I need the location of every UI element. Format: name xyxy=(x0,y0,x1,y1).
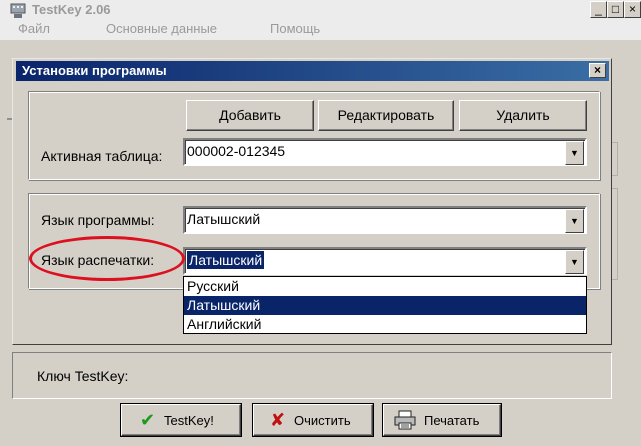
active-table-value: 000002-012345 xyxy=(187,143,286,159)
chevron-down-icon[interactable]: ▼ xyxy=(565,141,584,165)
dropdown-option-russian[interactable]: Русский xyxy=(184,277,586,296)
program-language-label: Язык программы: xyxy=(41,212,155,228)
close-button[interactable]: × xyxy=(624,1,641,18)
dropdown-option-english[interactable]: Английский xyxy=(184,315,586,334)
program-language-value: Латышский xyxy=(187,211,261,227)
check-icon: ✔ xyxy=(140,410,156,430)
menu-file[interactable]: Файл xyxy=(18,21,50,36)
dialog-close-button[interactable]: × xyxy=(589,63,606,78)
cross-icon: ✘ xyxy=(270,410,286,430)
menu-main-data[interactable]: Основные данные xyxy=(106,21,217,36)
print-language-select[interactable]: Латышский ▼ xyxy=(183,247,587,275)
dialog-title: Установки программы xyxy=(22,63,167,78)
clear-button-label: Очистить xyxy=(294,413,351,428)
menu-bar xyxy=(0,20,641,40)
dropdown-option-latvian[interactable]: Латышский xyxy=(184,296,586,315)
printer-icon xyxy=(394,410,416,433)
testkey-button[interactable]: ✔ TestKey! xyxy=(121,404,241,436)
program-language-select[interactable]: Латышский ▼ xyxy=(183,206,587,234)
chevron-down-icon[interactable]: ▼ xyxy=(565,209,584,233)
maximize-button[interactable]: □ xyxy=(607,1,624,18)
print-language-dropdown-list: Русский Латышский Английский xyxy=(183,276,587,334)
clear-button[interactable]: ✘ Очистить xyxy=(253,404,373,436)
keyboard-icon xyxy=(9,1,27,19)
minimize-button[interactable]: _ xyxy=(590,1,607,18)
active-table-label: Активная таблица: xyxy=(41,148,163,164)
edit-button[interactable]: Редактировать xyxy=(318,100,454,131)
testkey-button-label: TestKey! xyxy=(164,413,214,428)
menu-help[interactable]: Помощь xyxy=(270,21,320,36)
key-label: Ключ TestKey: xyxy=(37,368,129,384)
active-table-select[interactable]: 000002-012345 ▼ xyxy=(183,138,587,166)
annotation-circle xyxy=(29,236,185,281)
print-button[interactable]: Печатать xyxy=(383,404,501,436)
delete-button[interactable]: Удалить xyxy=(459,100,587,131)
add-button[interactable]: Добавить xyxy=(186,100,314,131)
print-button-label: Печатать xyxy=(424,413,480,428)
main-window-title: TestKey 2.06 xyxy=(32,2,111,17)
print-language-value: Латышский xyxy=(185,250,266,270)
chevron-down-icon[interactable]: ▼ xyxy=(565,250,584,274)
